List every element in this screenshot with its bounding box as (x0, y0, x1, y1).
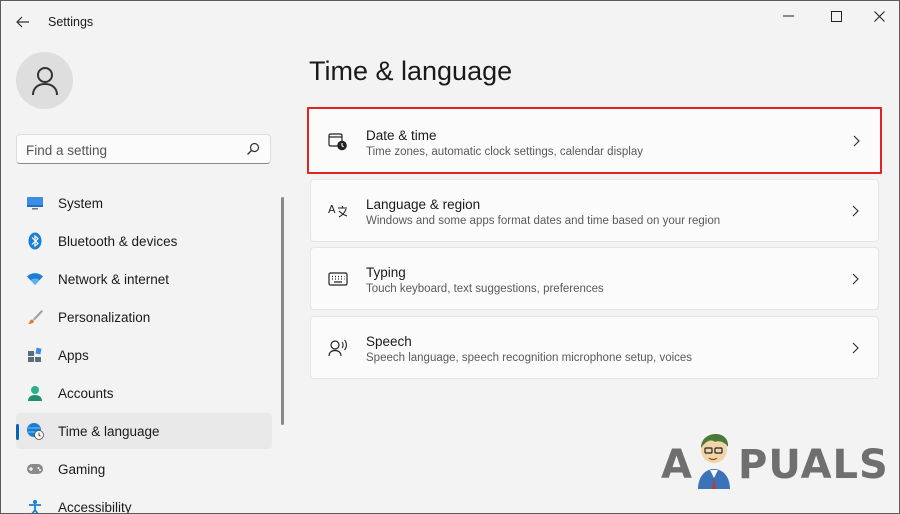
calendar-clock-icon (328, 132, 348, 152)
sidebar-item-accessibility[interactable]: Accessibility (16, 489, 272, 514)
maximize-button[interactable] (816, 5, 856, 27)
card-subtitle: Time zones, automatic clock settings, ca… (366, 146, 643, 158)
mascot-icon (698, 434, 730, 489)
card-title: Language & region (366, 197, 481, 212)
sidebar-item-label: Time & language (58, 423, 160, 439)
sidebar-item-label: System (58, 195, 104, 211)
card-speech[interactable]: Speech Speech language, speech recogniti… (310, 316, 879, 379)
keyboard-icon (328, 269, 348, 289)
back-arrow-icon (16, 16, 29, 28)
chevron-right-icon (852, 273, 859, 285)
sidebar-item-label: Accessibility (58, 499, 132, 514)
wifi-icon (26, 270, 44, 288)
maximize-icon (830, 10, 842, 22)
svg-text:A: A (328, 203, 336, 216)
close-button[interactable] (859, 5, 899, 27)
title-bar: Settings (1, 1, 899, 41)
card-subtitle: Windows and some apps format dates and t… (366, 215, 721, 227)
chevron-right-icon (852, 342, 859, 354)
speech-icon (328, 338, 348, 358)
search-box[interactable] (16, 134, 271, 164)
chevron-right-icon (852, 205, 859, 217)
sidebar-item-label: Network & internet (58, 271, 170, 287)
watermark-text-right: PUALS (738, 442, 889, 488)
window-title: Settings (48, 15, 94, 29)
card-title: Typing (366, 265, 406, 280)
avatar[interactable] (16, 52, 73, 109)
close-icon (873, 10, 885, 22)
card-typing[interactable]: Typing Touch keyboard, text suggestions,… (310, 247, 879, 310)
person-icon (31, 66, 58, 95)
sidebar-item-label: Bluetooth & devices (58, 233, 178, 249)
sidebar-item-accounts[interactable]: Accounts (16, 375, 272, 411)
apps-icon (26, 346, 44, 364)
gamepad-icon (26, 460, 44, 478)
sidebar-item-label: Gaming (58, 461, 106, 477)
watermark-text-left: A (661, 442, 693, 488)
card-subtitle: Touch keyboard, text suggestions, prefer… (366, 283, 604, 295)
chevron-right-icon (853, 135, 860, 147)
card-language-region[interactable]: A Language & region Windows and some app… (310, 179, 879, 242)
minimize-button[interactable] (769, 5, 809, 27)
settings-window: Settings System Bluetooth & devices Netw (0, 0, 900, 514)
system-icon (26, 194, 44, 212)
sidebar-nav: System Bluetooth & devices Network & int… (16, 185, 272, 514)
language-icon: A (328, 201, 348, 221)
sidebar-item-label: Accounts (58, 385, 114, 401)
sidebar-item-label: Apps (58, 347, 89, 363)
minimize-icon (783, 15, 794, 17)
sidebar-item-personalization[interactable]: Personalization (16, 299, 272, 335)
search-icon[interactable] (246, 142, 260, 156)
search-input[interactable] (26, 141, 226, 159)
card-date-time[interactable]: Date & time Time zones, automatic clock … (307, 107, 882, 174)
page-title: Time & language (309, 56, 513, 86)
appuals-watermark: A PUALS (661, 433, 888, 493)
accessibility-icon (26, 498, 44, 513)
sidebar-item-bluetooth[interactable]: Bluetooth & devices (16, 223, 272, 259)
card-title: Date & time (366, 128, 437, 143)
brush-icon (26, 308, 44, 326)
sidebar-item-gaming[interactable]: Gaming (16, 451, 272, 487)
sidebar-item-apps[interactable]: Apps (16, 337, 272, 373)
bluetooth-icon (26, 232, 44, 250)
person-icon (26, 384, 44, 402)
back-button[interactable] (11, 10, 35, 34)
sidebar-scrollbar[interactable] (281, 197, 284, 425)
sidebar-item-system[interactable]: System (16, 185, 272, 221)
sidebar-item-label: Personalization (58, 309, 151, 325)
card-title: Speech (366, 334, 412, 349)
sidebar-item-time-language[interactable]: Time & language (16, 413, 272, 449)
sidebar-item-network[interactable]: Network & internet (16, 261, 272, 297)
card-subtitle: Speech language, speech recognition micr… (366, 352, 693, 364)
globe-clock-icon (26, 422, 44, 440)
